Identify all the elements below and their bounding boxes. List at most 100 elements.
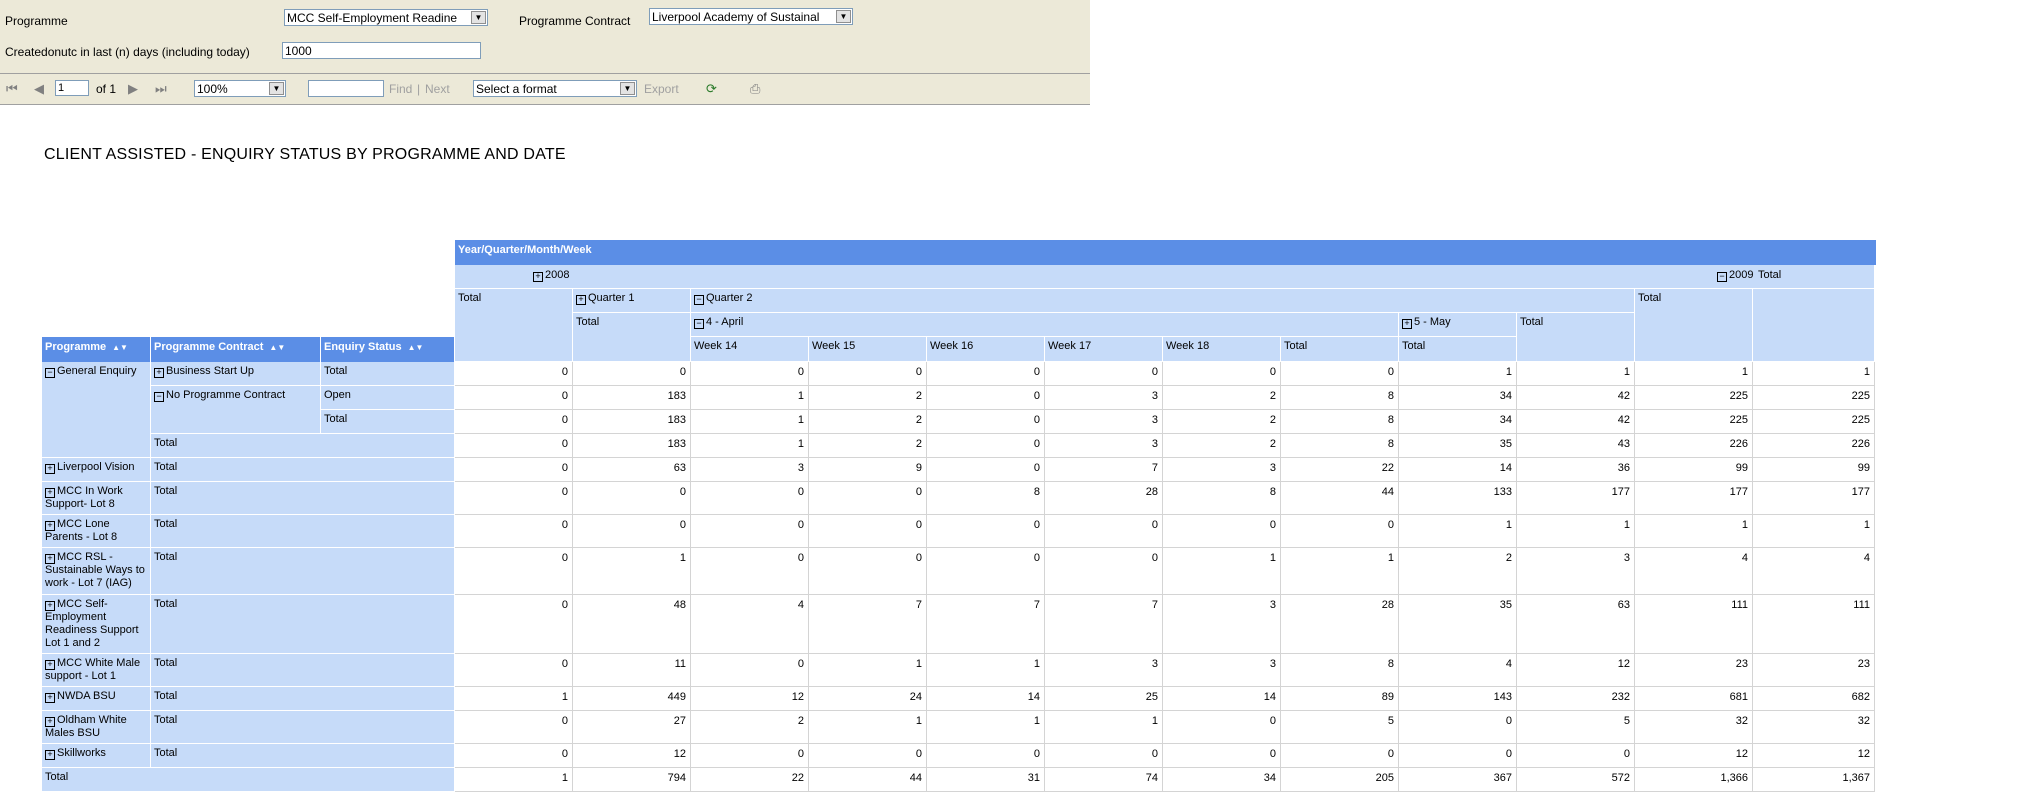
value-cell: 1,366 <box>1635 768 1753 792</box>
chevron-down-icon[interactable]: ▼ <box>620 82 635 95</box>
quarter2-label: Quarter 2 <box>706 292 753 304</box>
programme-cell[interactable]: + Liverpool Vision <box>42 458 151 482</box>
week-header: Week 14 <box>691 337 809 362</box>
collapse-icon[interactable]: − <box>154 392 164 402</box>
value-cell: 11 <box>573 654 691 687</box>
contract-cell[interactable]: − No Programme Contract <box>151 386 321 434</box>
expand-icon[interactable]: + <box>154 368 164 378</box>
export-link[interactable]: Export <box>644 82 679 96</box>
expand-icon[interactable]: + <box>45 660 55 670</box>
value-cell: 0 <box>1045 548 1163 595</box>
value-cell: 5 <box>1517 711 1635 744</box>
programme-contract-select[interactable]: Liverpool Academy of Sustainal ▼ <box>649 8 853 25</box>
programme-label: NWDA BSU <box>57 690 116 702</box>
chevron-down-icon[interactable]: ▼ <box>471 11 486 24</box>
contract-column-header[interactable]: Programme Contract ▲▼ <box>151 337 321 362</box>
find-separator: | <box>417 82 421 96</box>
programme-cell[interactable]: + NWDA BSU <box>42 687 151 711</box>
programme-cell[interactable]: + MCC In Work Support- Lot 8 <box>42 482 151 515</box>
programme-cell[interactable]: + Oldham White Males BSU <box>42 711 151 744</box>
chevron-down-icon[interactable]: ▼ <box>269 82 284 95</box>
first-page-icon[interactable]: ⏮ <box>6 81 18 97</box>
collapse-icon[interactable]: − <box>694 319 704 329</box>
page-number-input[interactable]: 1 <box>55 80 89 96</box>
may-header[interactable]: +5 - May <box>1399 313 1517 337</box>
expand-icon[interactable]: + <box>45 717 55 727</box>
value-cell: 2 <box>1163 434 1281 458</box>
expand-icon[interactable]: + <box>576 295 586 305</box>
programme-cell[interactable]: + MCC Self-Employment Readiness Support L… <box>42 595 151 654</box>
collapse-icon[interactable]: − <box>1717 272 1727 282</box>
value-cell: 0 <box>1163 362 1281 386</box>
value-cell: 205 <box>1281 768 1399 792</box>
sort-icon[interactable]: ▲▼ <box>408 341 424 354</box>
value-cell: 3 <box>1045 654 1163 687</box>
april-header[interactable]: −4 - April <box>691 313 1399 337</box>
value-cell: 1 <box>1163 548 1281 595</box>
quarter1-header[interactable]: + Quarter 1 <box>573 289 691 313</box>
value-cell: 0 <box>1517 744 1635 768</box>
value-cell: 74 <box>1045 768 1163 792</box>
value-cell: 0 <box>1281 515 1399 548</box>
next-page-icon[interactable]: ▶ <box>128 81 138 97</box>
days-input[interactable]: 1000 <box>282 42 481 59</box>
value-cell: 0 <box>927 386 1045 410</box>
value-cell: 8 <box>1281 410 1399 434</box>
value-cell: 12 <box>573 744 691 768</box>
year-2008-cell[interactable]: +2008 <box>533 269 569 282</box>
expand-icon[interactable]: + <box>45 488 55 498</box>
programme-cell[interactable]: + Skillworks <box>42 744 151 768</box>
programme-column-header[interactable]: Programme ▲▼ <box>42 337 151 362</box>
find-input[interactable] <box>308 80 384 97</box>
programme-contract-select-value: Liverpool Academy of Sustainal <box>652 10 820 24</box>
value-cell: 12 <box>691 687 809 711</box>
expand-icon[interactable]: + <box>533 272 543 282</box>
chevron-down-icon[interactable]: ▼ <box>836 10 851 23</box>
status-column-header[interactable]: Enquiry Status ▲▼ <box>321 337 455 362</box>
value-cell: 111 <box>1635 595 1753 654</box>
year-2008-label: 2008 <box>545 269 570 281</box>
value-cell: 43 <box>1517 434 1635 458</box>
expand-icon[interactable]: + <box>45 693 55 703</box>
expand-icon[interactable]: + <box>45 554 55 564</box>
find-link[interactable]: Find <box>389 82 412 96</box>
value-cell: 0 <box>1163 744 1281 768</box>
last-page-icon[interactable]: ⏭ <box>155 81 167 97</box>
year-2009-cell[interactable]: −2009 <box>1717 269 1753 282</box>
previous-page-icon[interactable]: ◀ <box>34 81 44 97</box>
quarter2-header[interactable]: − Quarter 2 <box>691 289 1635 313</box>
programme-cell[interactable]: + MCC RSL - Sustainable Ways to work - Lo… <box>42 548 151 595</box>
refresh-icon[interactable]: ⟳ <box>706 81 717 97</box>
value-cell: 44 <box>1281 482 1399 515</box>
programme-select[interactable]: MCC Self-Employment Readine ▼ <box>284 9 488 26</box>
programme-cell[interactable]: − General Enquiry <box>42 362 151 458</box>
expand-icon[interactable]: + <box>45 464 55 474</box>
contract-label: Business Start Up <box>166 365 255 377</box>
export-format-select[interactable]: Select a format ▼ <box>473 80 637 97</box>
value-cell: 0 <box>1045 744 1163 768</box>
programme-cell[interactable]: + MCC White Male support - Lot 1 <box>42 654 151 687</box>
value-cell: 4 <box>1753 548 1875 595</box>
sort-icon[interactable]: ▲▼ <box>269 341 285 354</box>
sort-icon[interactable]: ▲▼ <box>112 341 128 354</box>
print-icon[interactable]: ⎙ <box>750 81 760 97</box>
collapse-icon[interactable]: − <box>694 295 704 305</box>
value-cell: 0 <box>455 654 573 687</box>
value-cell: 0 <box>573 482 691 515</box>
collapse-icon[interactable]: − <box>45 368 55 378</box>
zoom-select[interactable]: 100% ▼ <box>194 80 286 97</box>
expand-icon[interactable]: + <box>1402 319 1412 329</box>
expand-icon[interactable]: + <box>45 601 55 611</box>
value-cell: 3 <box>1045 410 1163 434</box>
quarter1-total-header: Total <box>573 313 691 362</box>
contract-cell[interactable]: + Business Start Up <box>151 362 321 386</box>
value-cell: 22 <box>691 768 809 792</box>
expand-icon[interactable]: + <box>45 750 55 760</box>
value-cell: 177 <box>1517 482 1635 515</box>
value-cell: 0 <box>455 362 573 386</box>
expand-icon[interactable]: + <box>45 521 55 531</box>
programme-cell[interactable]: + MCC Lone Parents - Lot 8 <box>42 515 151 548</box>
value-cell: 0 <box>1399 711 1517 744</box>
value-cell: 42 <box>1517 410 1635 434</box>
next-link[interactable]: Next <box>425 82 450 96</box>
